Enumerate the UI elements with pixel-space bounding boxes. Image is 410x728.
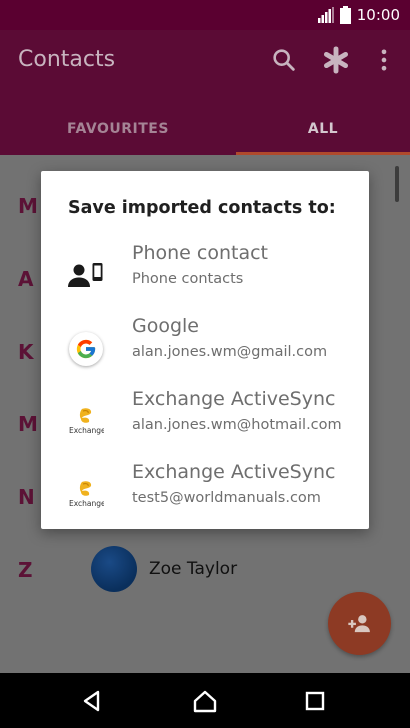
battery-icon	[339, 6, 351, 24]
option-phone-contact[interactable]: Phone contact Phone contacts	[41, 242, 369, 314]
svg-text:Exchange: Exchange	[69, 426, 104, 435]
scrollbar[interactable]	[395, 166, 399, 202]
status-time: 10:00	[356, 6, 400, 24]
option-subtitle: alan.jones.wm@gmail.com	[132, 344, 328, 360]
option-title: Exchange ActiveSync	[132, 388, 336, 410]
signal-icon	[317, 7, 334, 23]
option-exchange-hotmail[interactable]: Exchange Exchange ActiveSync alan.jones.…	[41, 388, 369, 460]
option-subtitle: test5@worldmanuals.com	[132, 490, 321, 506]
status-icons: 10:00	[317, 5, 400, 25]
exchange-icon: Exchange	[68, 404, 104, 440]
option-exchange-worldmanuals[interactable]: Exchange Exchange ActiveSync test5@world…	[41, 461, 369, 533]
avatar[interactable]	[91, 546, 137, 592]
app-title: Contacts	[18, 47, 116, 72]
add-contact-button[interactable]	[328, 592, 391, 655]
search-icon[interactable]	[270, 46, 298, 74]
option-subtitle: alan.jones.wm@hotmail.com	[132, 417, 342, 433]
section-letter: Z	[18, 558, 33, 582]
tab-bar: FAVOURITES ALL	[0, 102, 410, 155]
option-google[interactable]: Google alan.jones.wm@gmail.com	[41, 315, 369, 387]
back-icon[interactable]	[78, 687, 106, 715]
save-contacts-dialog: Save imported contacts to: Phone contact…	[41, 171, 369, 529]
phone-contact-icon	[68, 258, 104, 294]
app-bar: Contacts FAVOURITES ALL	[0, 30, 410, 155]
tab-favourites[interactable]: FAVOURITES	[0, 102, 236, 155]
home-icon[interactable]	[191, 687, 219, 715]
more-vert-icon[interactable]	[370, 46, 398, 74]
add-person-icon	[347, 614, 370, 632]
option-title: Exchange ActiveSync	[132, 461, 336, 483]
dialog-title: Save imported contacts to:	[68, 198, 336, 218]
svg-text:Exchange: Exchange	[69, 499, 104, 508]
asterisk-icon[interactable]	[322, 46, 350, 74]
google-icon	[68, 331, 104, 367]
option-subtitle: Phone contacts	[132, 271, 244, 287]
navigation-bar	[0, 673, 410, 728]
exchange-icon: Exchange	[68, 477, 104, 513]
tab-all[interactable]: ALL	[236, 102, 410, 155]
option-title: Phone contact	[132, 242, 268, 264]
status-bar: 10:00	[0, 0, 410, 30]
contact-name[interactable]: Zoe Taylor	[149, 559, 237, 579]
option-title: Google	[132, 315, 200, 337]
recents-icon[interactable]	[301, 687, 329, 715]
